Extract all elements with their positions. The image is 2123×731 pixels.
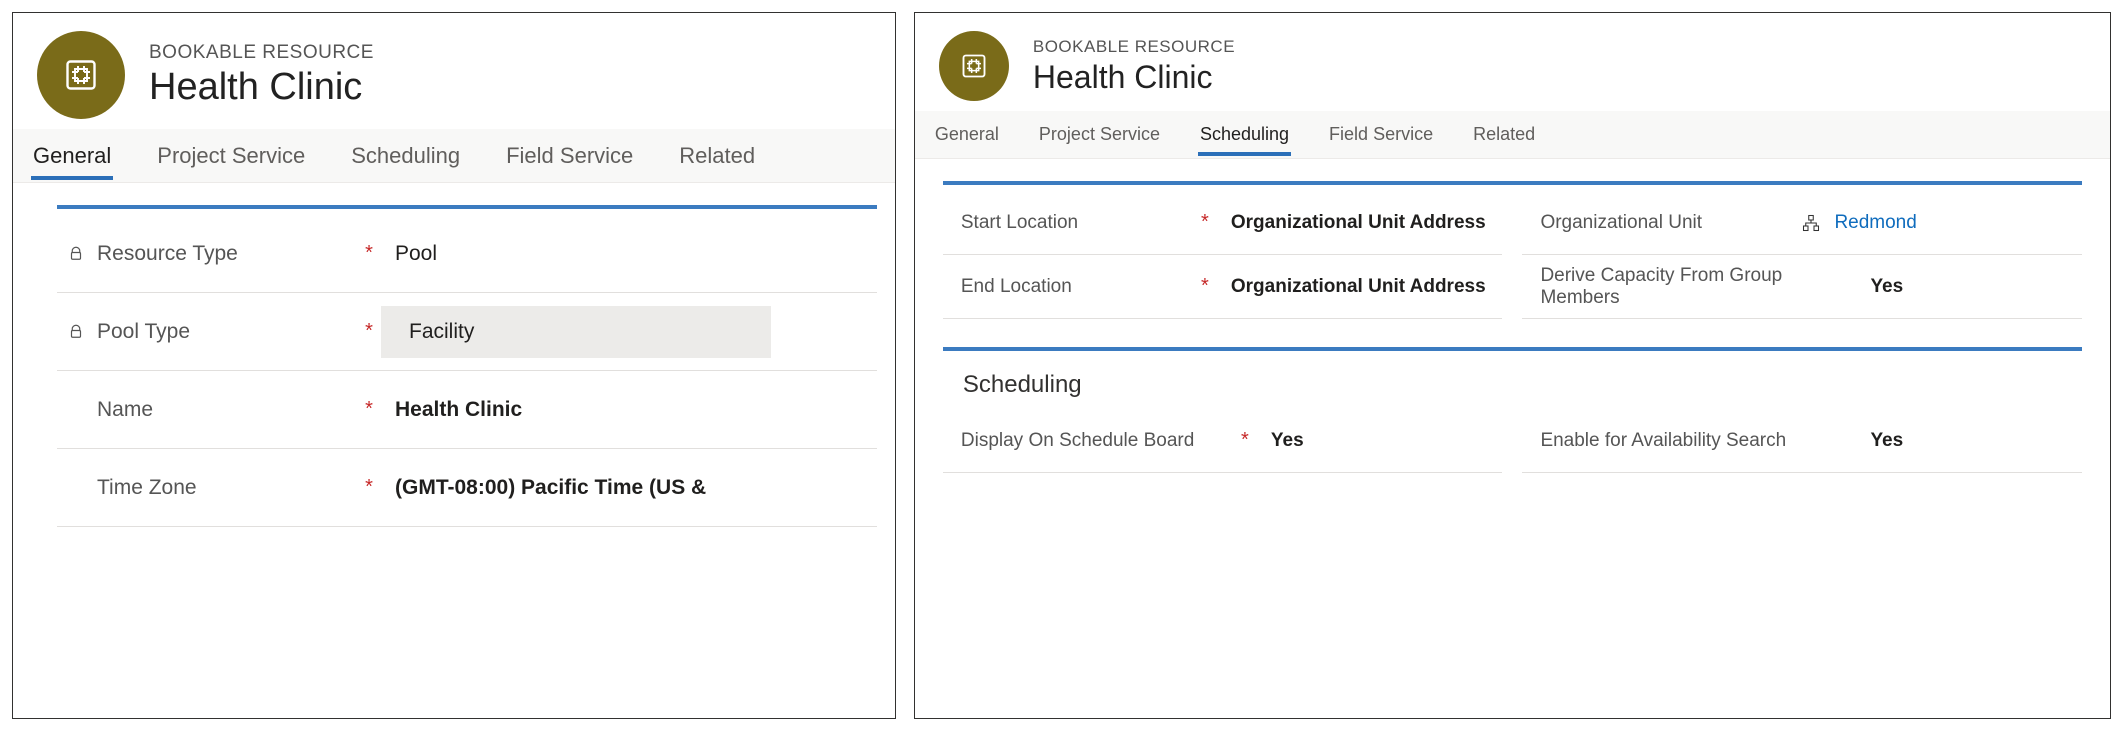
header-text: BOOKABLE RESOURCE Health Clinic [1033, 37, 1235, 96]
required-icon: * [1233, 429, 1257, 452]
field-enable-availability-search[interactable]: Enable for Availability Search * Yes [1522, 409, 2082, 473]
field-label: Organizational Unit [1540, 212, 1702, 234]
tab-scheduling[interactable]: Scheduling [1198, 114, 1291, 155]
field-label: Time Zone [97, 476, 197, 500]
header-text: BOOKABLE RESOURCE Health Clinic [149, 42, 374, 109]
field-resource-type[interactable]: Resource Type * Pool [57, 215, 877, 293]
field-value: Pool [381, 242, 437, 266]
field-value: Health Clinic [381, 398, 522, 422]
org-unit-icon [1796, 214, 1820, 232]
required-icon: * [357, 242, 381, 265]
required-icon: * [1193, 275, 1217, 298]
entity-icon [63, 57, 99, 93]
field-start-location[interactable]: Start Location * Organizational Unit Add… [943, 191, 1503, 255]
section-scheduling: Scheduling Display On Schedule Board * Y… [943, 347, 2082, 479]
field-time-zone[interactable]: Time Zone * (GMT-08:00) Pacific Time (US… [57, 449, 877, 527]
tab-field-service[interactable]: Field Service [504, 133, 635, 179]
field-derive-capacity[interactable]: Derive Capacity From Group Members * Yes [1522, 255, 2082, 319]
record-header: BOOKABLE RESOURCE Health Clinic [13, 13, 895, 129]
entity-avatar [939, 31, 1009, 101]
tab-project-service[interactable]: Project Service [155, 133, 307, 179]
field-label: Resource Type [97, 242, 238, 266]
entity-subtitle: BOOKABLE RESOURCE [1033, 37, 1235, 57]
lock-icon [65, 323, 87, 341]
field-label: Pool Type [97, 320, 190, 344]
field-label: Start Location [961, 212, 1078, 234]
entity-title: Health Clinic [1033, 59, 1235, 96]
tab-general[interactable]: General [933, 114, 1001, 155]
entity-icon [960, 52, 988, 80]
entity-avatar [37, 31, 125, 119]
required-icon: * [357, 476, 381, 499]
tab-general[interactable]: General [31, 133, 113, 179]
panel-general: BOOKABLE RESOURCE Health Clinic General … [12, 12, 896, 719]
panel-scheduling: BOOKABLE RESOURCE Health Clinic General … [914, 12, 2111, 719]
entity-subtitle: BOOKABLE RESOURCE [149, 42, 374, 64]
tabbar-left: General Project Service Scheduling Field… [13, 129, 895, 183]
field-value: Facility [381, 306, 771, 358]
field-value: Yes [1856, 430, 1903, 452]
tabbar-right: General Project Service Scheduling Field… [915, 111, 2110, 159]
field-end-location[interactable]: End Location * Organizational Unit Addre… [943, 255, 1503, 319]
tab-related[interactable]: Related [1471, 114, 1537, 155]
field-value-link[interactable]: Redmond [1820, 212, 1916, 234]
required-icon: * [357, 320, 381, 343]
tab-scheduling[interactable]: Scheduling [349, 133, 462, 179]
field-label: Derive Capacity From Group Members [1540, 265, 1832, 309]
field-name[interactable]: Name * Health Clinic [57, 371, 877, 449]
field-display-on-board[interactable]: Display On Schedule Board * Yes [943, 409, 1503, 473]
lock-icon [65, 245, 87, 263]
field-value: Yes [1257, 430, 1304, 452]
field-value: Organizational Unit Address [1217, 212, 1486, 234]
section-general: Resource Type * Pool Pool Type * Facilit… [57, 205, 877, 533]
section-title: Scheduling [943, 351, 2082, 403]
tab-field-service[interactable]: Field Service [1327, 114, 1435, 155]
field-value: Organizational Unit Address [1217, 276, 1486, 298]
section-location: Start Location * Organizational Unit Add… [943, 181, 2082, 325]
field-label: Display On Schedule Board [961, 430, 1194, 452]
tab-related[interactable]: Related [677, 133, 757, 179]
record-header: BOOKABLE RESOURCE Health Clinic [915, 13, 2110, 111]
required-icon: * [1193, 211, 1217, 234]
field-label: Enable for Availability Search [1540, 430, 1786, 452]
entity-title: Health Clinic [149, 66, 374, 109]
field-value: Yes [1856, 276, 1903, 298]
field-label: Name [97, 398, 153, 422]
tab-project-service[interactable]: Project Service [1037, 114, 1162, 155]
field-org-unit[interactable]: Organizational Unit * Redmond [1522, 191, 2082, 255]
field-label: End Location [961, 276, 1072, 298]
field-pool-type[interactable]: Pool Type * Facility [57, 293, 877, 371]
required-icon: * [357, 398, 381, 421]
field-value: (GMT-08:00) Pacific Time (US & [381, 476, 706, 500]
